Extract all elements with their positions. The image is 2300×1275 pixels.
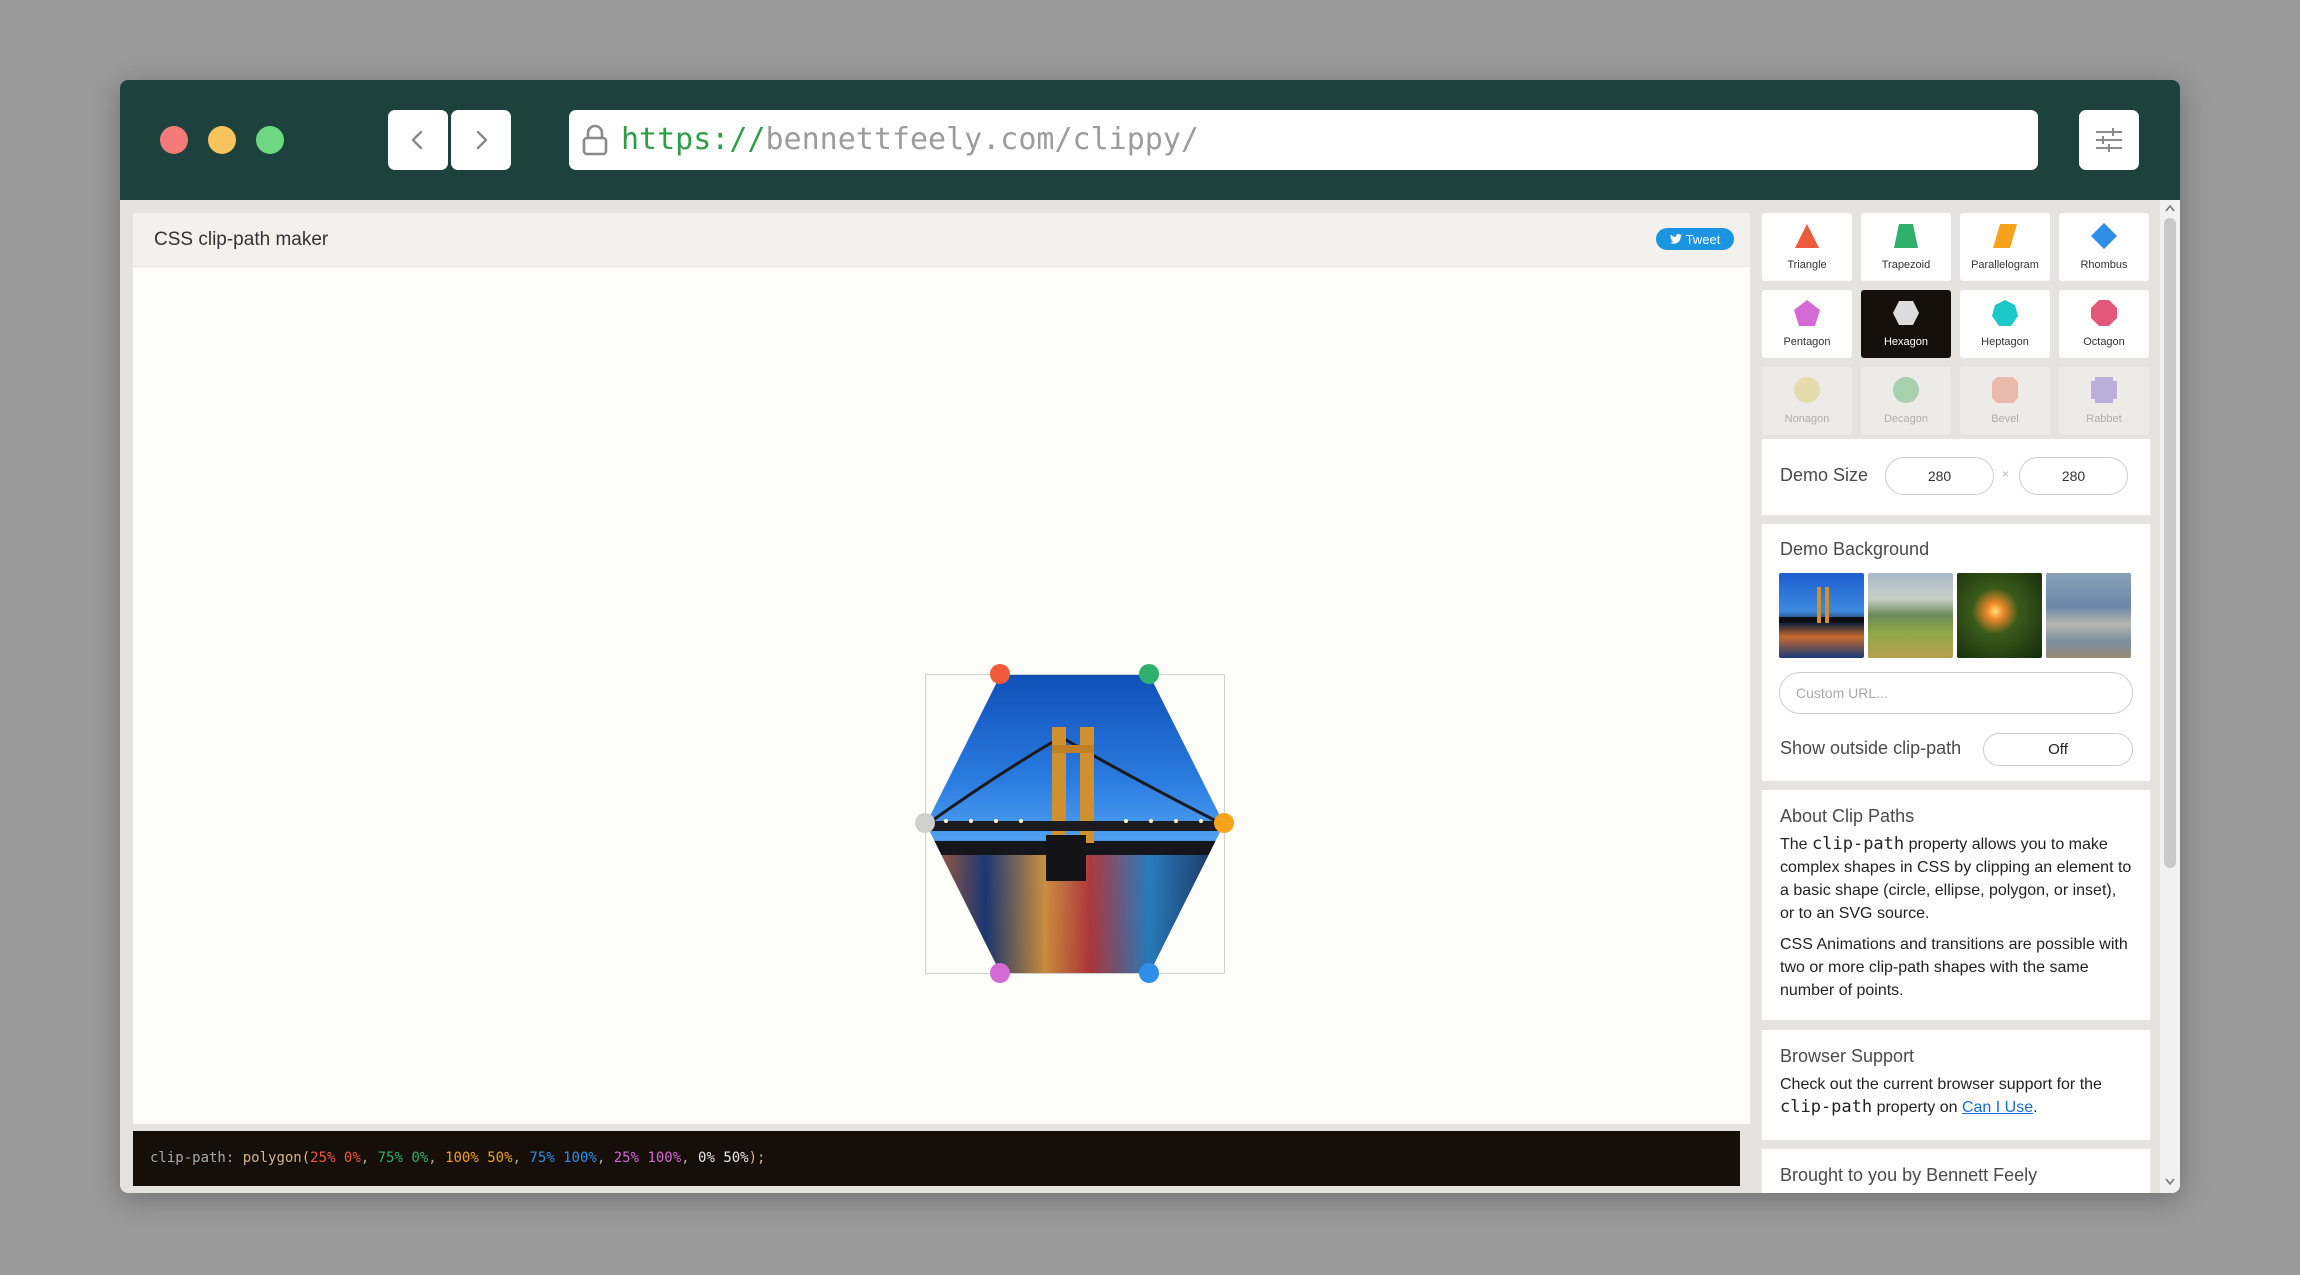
shape-hexagon[interactable]: Hexagon (1861, 290, 1951, 358)
shape-octagon[interactable]: Octagon (2059, 290, 2149, 358)
browser-titlebar: https://bennettfeely.com/clippy/ (120, 80, 2180, 200)
parallelogram-icon (1993, 224, 2017, 248)
shape-triangle[interactable]: Triangle (1762, 213, 1852, 281)
background-thumb-hills[interactable] (1868, 573, 1953, 658)
triangle-icon (1795, 224, 1819, 248)
clip-point-handle-6[interactable] (915, 813, 935, 833)
background-thumb-fireworks[interactable] (1957, 573, 2042, 658)
clip-point-handle-1[interactable] (990, 664, 1010, 684)
shape-label: Heptagon (1981, 336, 2029, 348)
chevron-right-icon (476, 130, 488, 150)
clip-point-handle-4[interactable] (1139, 963, 1159, 983)
about-paragraph-2: CSS Animations and transitions are possi… (1780, 936, 2128, 999)
back-button[interactable] (388, 110, 448, 170)
shape-decagon[interactable]: Decagon (1861, 367, 1951, 435)
nonagon-icon (1794, 377, 1820, 403)
css-code-line: clip-path: polygon(25% 0%, 75% 0%, 100% … (150, 1150, 766, 1166)
css-output-code[interactable]: clip-path: polygon(25% 0%, 75% 0%, 100% … (133, 1131, 1740, 1186)
address-bar[interactable]: https://bennettfeely.com/clippy/ (569, 110, 2038, 170)
sidebar-scrollbar[interactable] (2160, 200, 2180, 1193)
rhombus-icon (2091, 223, 2117, 249)
about-title: About Clip Paths (1780, 806, 1915, 826)
show-outside-label: Show outside clip-path (1780, 738, 1962, 758)
shape-parallelogram[interactable]: Parallelogram (1960, 213, 2050, 281)
credit-title: Brought to you by Bennett Feely (1780, 1165, 2038, 1185)
pentagon-icon (1794, 300, 1820, 326)
octagon-icon (2091, 300, 2117, 326)
shape-label: Decagon (1883, 413, 1929, 425)
demo-background-panel: Demo Background Custom URL... Show outsi… (1762, 524, 2150, 781)
scroll-up-arrow-icon (2165, 204, 2175, 212)
shape-label: Parallelogram (1971, 259, 2039, 271)
shape-label: Rabbet (2086, 413, 2122, 425)
rabbet-icon (2091, 377, 2117, 403)
trapezoid-icon (1894, 224, 1918, 248)
shape-label: Pentagon (1783, 336, 1831, 348)
demo-width-input[interactable]: 280 (1885, 457, 1994, 495)
shape-bevel[interactable]: Bevel (1960, 367, 2050, 435)
tweet-label: Tweet (1685, 231, 1721, 247)
browser-support-body: Check out the current browser support fo… (1780, 1076, 2102, 1117)
demo-height-input[interactable]: 280 (2019, 457, 2128, 495)
heptagon-icon (1992, 300, 2018, 326)
canvas-header: CSS clip-path maker Tweet (133, 213, 1750, 267)
demo-size-label: Demo Size (1780, 465, 1869, 485)
hexagon-clipped-image (926, 675, 1224, 973)
chevron-left-icon (411, 130, 423, 150)
forward-button[interactable] (451, 110, 511, 170)
settings-sidebar: Triangle Trapezoid Parallelogram Rhombus… (1762, 213, 2152, 1193)
tweet-button[interactable]: Tweet (1656, 228, 1734, 250)
maximize-window-dot[interactable] (256, 126, 284, 154)
shape-label: Triangle (1787, 259, 1827, 271)
sliders-icon (2096, 128, 2122, 152)
clip-point-handle-5[interactable] (990, 963, 1010, 983)
can-i-use-link[interactable]: Can I Use (1962, 1099, 2033, 1116)
clip-point-handle-3[interactable] (1214, 813, 1234, 833)
close-window-dot[interactable] (160, 126, 188, 154)
clip-path-demo[interactable] (915, 664, 1234, 983)
shape-label: Bevel (1991, 413, 2019, 425)
background-thumb-bridge[interactable] (1779, 573, 1864, 658)
minimize-window-dot[interactable] (208, 126, 236, 154)
settings-button[interactable] (2079, 110, 2139, 170)
shape-label: Rhombus (2080, 259, 2128, 271)
scrollbar-thumb[interactable] (2164, 218, 2176, 868)
show-outside-toggle[interactable]: Off (1983, 733, 2133, 766)
decagon-icon (1893, 377, 1919, 403)
browser-support-panel: Browser Support Check out the current br… (1762, 1030, 2150, 1140)
hexagon-icon (1893, 301, 1919, 325)
shape-label: Trapezoid (1881, 259, 1931, 271)
size-separator: × (2002, 467, 2010, 481)
scroll-down-arrow-icon (2165, 1178, 2175, 1186)
demo-background-label: Demo Background (1780, 539, 1930, 559)
demo-size-panel: Demo Size 280 × 280 (1762, 439, 2150, 515)
page-title: CSS clip-path maker (154, 229, 329, 250)
twitter-bird-icon (1669, 234, 1682, 244)
about-panel: About Clip Paths The clip-path property … (1762, 790, 2150, 1020)
shape-label: Octagon (2083, 336, 2125, 348)
lock-icon (582, 124, 608, 156)
shape-nonagon[interactable]: Nonagon (1762, 367, 1852, 435)
browser-window: https://bennettfeely.com/clippy/ CSS cli… (120, 80, 2180, 1193)
shape-heptagon[interactable]: Heptagon (1960, 290, 2050, 358)
about-paragraph-1: The clip-path property allows you to mak… (1780, 834, 2132, 922)
clip-point-handle-2[interactable] (1139, 664, 1159, 684)
about-body: The clip-path property allows you to mak… (1780, 833, 2134, 1010)
editor-canvas: CSS clip-path maker Tweet (133, 213, 1750, 1124)
background-thumb-beach[interactable] (2046, 573, 2131, 658)
shape-pentagon[interactable]: Pentagon (1762, 290, 1852, 358)
custom-url-input[interactable]: Custom URL... (1779, 672, 2133, 714)
browser-support-title: Browser Support (1780, 1046, 1915, 1066)
shape-rhombus[interactable]: Rhombus (2059, 213, 2149, 281)
shape-label: Hexagon (1883, 336, 1929, 348)
credit-panel: Brought to you by Bennett Feely (1762, 1149, 2150, 1193)
shape-rabbet[interactable]: Rabbet (2059, 367, 2149, 435)
shape-trapezoid[interactable]: Trapezoid (1861, 213, 1951, 281)
bevel-icon (1992, 377, 2018, 403)
url-text: https://bennettfeely.com/clippy/ (621, 122, 1199, 157)
shape-label: Nonagon (1784, 413, 1830, 425)
